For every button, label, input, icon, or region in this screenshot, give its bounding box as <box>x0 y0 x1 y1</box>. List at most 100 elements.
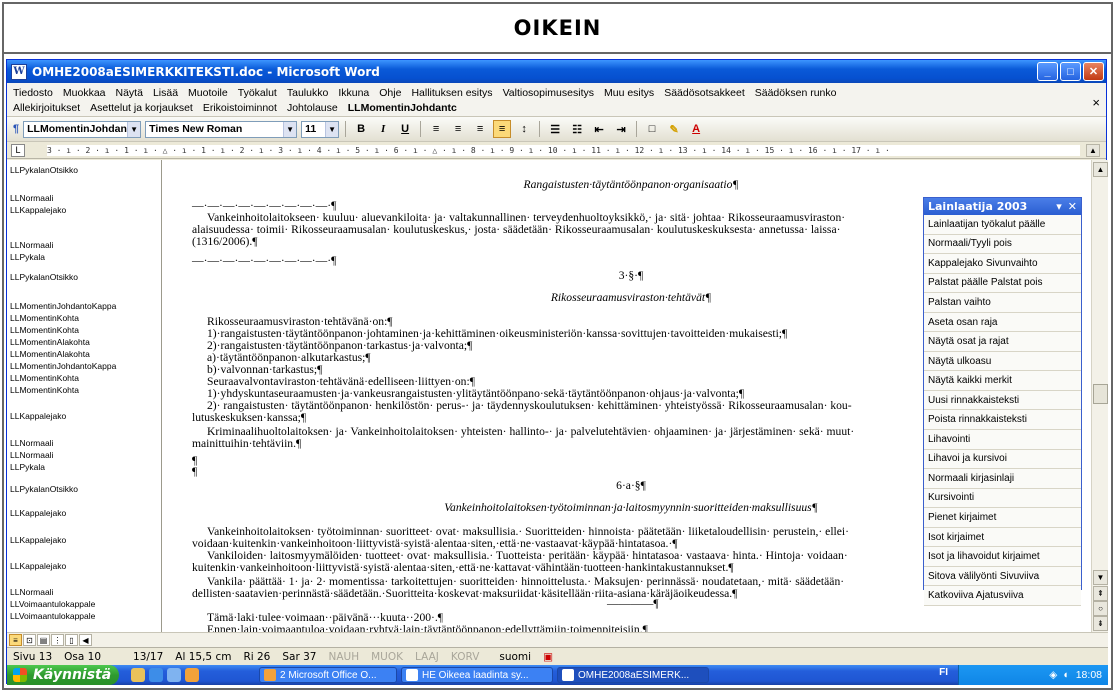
menu-item[interactable]: Näytä <box>116 87 143 99</box>
panel-button[interactable]: Näytä kaikki merkit <box>924 371 1081 391</box>
align-left-icon[interactable]: ≡ <box>427 120 445 138</box>
ruler-collapse-icon[interactable]: ▲ <box>1086 144 1100 157</box>
style-combo[interactable]: LLMomentinJohdantc ▼ <box>23 120 142 138</box>
panel-button[interactable]: Lainlaatijan työkalut päälle <box>924 215 1081 235</box>
menu-item[interactable]: Allekirjoitukset <box>13 102 80 114</box>
keyboard-language[interactable]: FI <box>939 667 948 678</box>
bold-button[interactable]: B <box>352 120 370 138</box>
menu-item[interactable]: Johtolause <box>287 102 338 114</box>
bullets-icon[interactable]: ☷ <box>568 120 586 138</box>
font-combo[interactable]: Times New Roman ▼ <box>145 120 298 138</box>
panel-button[interactable]: Normaali/Tyyli pois <box>924 234 1081 255</box>
taskbar-item-office[interactable]: 2 Microsoft Office O... <box>259 667 397 683</box>
media-icon[interactable] <box>167 668 181 682</box>
menu-item[interactable]: Tiedosto <box>13 87 53 99</box>
browse-object-icon[interactable]: ○ <box>1093 601 1108 616</box>
folder-icon[interactable] <box>131 668 145 682</box>
panel-button[interactable]: Isot kirjaimet <box>924 527 1081 548</box>
chevron-down-icon[interactable]: ▼ <box>325 121 339 137</box>
maximize-button[interactable]: □ <box>1060 62 1081 81</box>
line-spacing-icon[interactable]: ↕ <box>515 120 533 138</box>
panel-button[interactable]: Aseta osan raja <box>924 312 1081 333</box>
chevron-down-icon[interactable]: ▼ <box>283 121 297 137</box>
panel-button[interactable]: Lihavoi ja kursivoi <box>924 449 1081 470</box>
menu-item[interactable]: Taulukko <box>287 87 328 99</box>
status-ext[interactable]: LAAJ <box>409 651 445 663</box>
decrease-indent-icon[interactable]: ⇤ <box>590 120 608 138</box>
panel-close-icon[interactable]: ✕ <box>1068 200 1077 213</box>
close-button[interactable]: ✕ <box>1083 62 1104 81</box>
menu-item[interactable]: Säädöksen runko <box>755 87 837 99</box>
panel-button[interactable]: Kursivointi <box>924 488 1081 509</box>
menu-close-icon[interactable]: × <box>1092 95 1100 110</box>
menu-item[interactable]: Muu esitys <box>604 87 654 99</box>
office-icon[interactable] <box>185 668 199 682</box>
font-color-icon[interactable]: A <box>687 120 705 138</box>
status-rec[interactable]: NAUH <box>323 651 366 663</box>
next-page-icon[interactable]: ⇟ <box>1093 616 1108 631</box>
print-view-icon[interactable]: ▤ <box>37 634 50 646</box>
vertical-scrollbar[interactable]: ▲ ▼ ⇞ ○ ⇟ <box>1091 160 1108 632</box>
menu-item[interactable]: Hallituksen esitys <box>411 87 492 99</box>
panel-button[interactable]: Näytä ulkoasu <box>924 351 1081 372</box>
ruler-scale[interactable]: 3 · ı · 2 · ı · 1 · ı · △ · ı · 1 · ı · … <box>47 145 1080 156</box>
numbering-icon[interactable]: ☰ <box>546 120 564 138</box>
scroll-down-icon[interactable]: ▼ <box>1093 570 1108 585</box>
panel-button[interactable]: Katkoviiva Ajatusviiva <box>924 586 1081 606</box>
status-ovr[interactable]: KORV <box>445 651 485 663</box>
minimize-button[interactable]: _ <box>1037 62 1058 81</box>
spelling-status-icon[interactable]: ▣ <box>537 651 559 663</box>
panel-button[interactable]: Pienet kirjaimet <box>924 508 1081 528</box>
align-center-icon[interactable]: ≡ <box>449 120 467 138</box>
taskbar-item-doc2[interactable]: OMHE2008aESIMERK... <box>557 667 709 683</box>
size-combo[interactable]: 11 ▼ <box>301 120 340 138</box>
clock[interactable]: 18:08 <box>1076 669 1102 681</box>
browser-icon[interactable] <box>149 668 163 682</box>
tray-shield-icon[interactable]: ◈ <box>1049 669 1057 681</box>
menu-item[interactable]: Asettelut ja korjaukset <box>90 102 193 114</box>
status-trk[interactable]: MUOK <box>365 651 409 663</box>
menu-item[interactable]: Ikkuna <box>338 87 369 99</box>
italic-button[interactable]: I <box>374 120 392 138</box>
underline-button[interactable]: U <box>396 120 414 138</box>
start-button[interactable]: Käynnistä <box>7 665 119 685</box>
reading-view-icon[interactable]: ▯ <box>65 634 78 646</box>
normal-view-icon[interactable]: ≡ <box>9 634 22 646</box>
panel-button[interactable]: Palstat päälle Palstat pois <box>924 273 1081 294</box>
panel-button[interactable]: Sitova välilyönti Sivuviiva <box>924 566 1081 587</box>
panel-button[interactable]: Normaali kirjasinlaji <box>924 469 1081 489</box>
panel-button[interactable]: Kappalejako Sivunvaihto <box>924 254 1081 274</box>
tab-selector[interactable]: L <box>11 143 25 157</box>
menu-item[interactable]: Työkalut <box>238 87 277 99</box>
outline-view-icon[interactable]: ⋮ <box>51 634 64 646</box>
scroll-thumb[interactable] <box>1093 384 1108 404</box>
panel-menu-icon[interactable]: ▾ <box>1056 200 1062 213</box>
panel-button[interactable]: Poista rinnakkaisteksti <box>924 410 1081 431</box>
taskbar-item-doc1[interactable]: HE Oikeea laadinta sy... <box>401 667 553 683</box>
menu-item[interactable]: Muotoile <box>188 87 228 99</box>
scroll-up-icon[interactable]: ▲ <box>1093 162 1108 177</box>
justify-icon[interactable]: ≡ <box>493 120 512 138</box>
menu-item[interactable]: Valtiosopimusesitys <box>503 87 594 99</box>
web-view-icon[interactable]: ⊡ <box>23 634 36 646</box>
increase-indent-icon[interactable]: ⇥ <box>612 120 630 138</box>
panel-button[interactable]: Palstan vaihto <box>924 293 1081 313</box>
align-right-icon[interactable]: ≡ <box>471 120 489 138</box>
style-menu-box[interactable]: LLMomentinJohdantc <box>348 102 457 114</box>
panel-button[interactable]: Uusi rinnakkaisteksti <box>924 390 1081 411</box>
menu-item[interactable]: Lisää <box>153 87 178 99</box>
menu-item[interactable]: Ohje <box>379 87 401 99</box>
tray-network-icon[interactable]: ◐ <box>1063 669 1069 681</box>
scroll-left-icon[interactable]: ◀ <box>79 634 92 646</box>
chevron-down-icon[interactable]: ▼ <box>127 121 141 137</box>
panel-button[interactable]: Näytä osat ja rajat <box>924 332 1081 352</box>
panel-button[interactable]: Lihavointi <box>924 430 1081 450</box>
style-pane-icon[interactable]: ¶ <box>13 123 19 135</box>
horizontal-scrollbar[interactable]: ≡ ⊡ ▤ ⋮ ▯ ◀ <box>7 632 1108 647</box>
menu-item[interactable]: Muokkaa <box>63 87 106 99</box>
word-icon[interactable]: W <box>11 63 27 80</box>
menu-item[interactable]: Erikoistoiminnot <box>203 102 277 114</box>
status-language[interactable]: suomi <box>493 651 537 663</box>
highlight-icon[interactable]: ✎ <box>665 120 683 138</box>
panel-button[interactable]: Isot ja lihavoidut kirjaimet <box>924 547 1081 567</box>
